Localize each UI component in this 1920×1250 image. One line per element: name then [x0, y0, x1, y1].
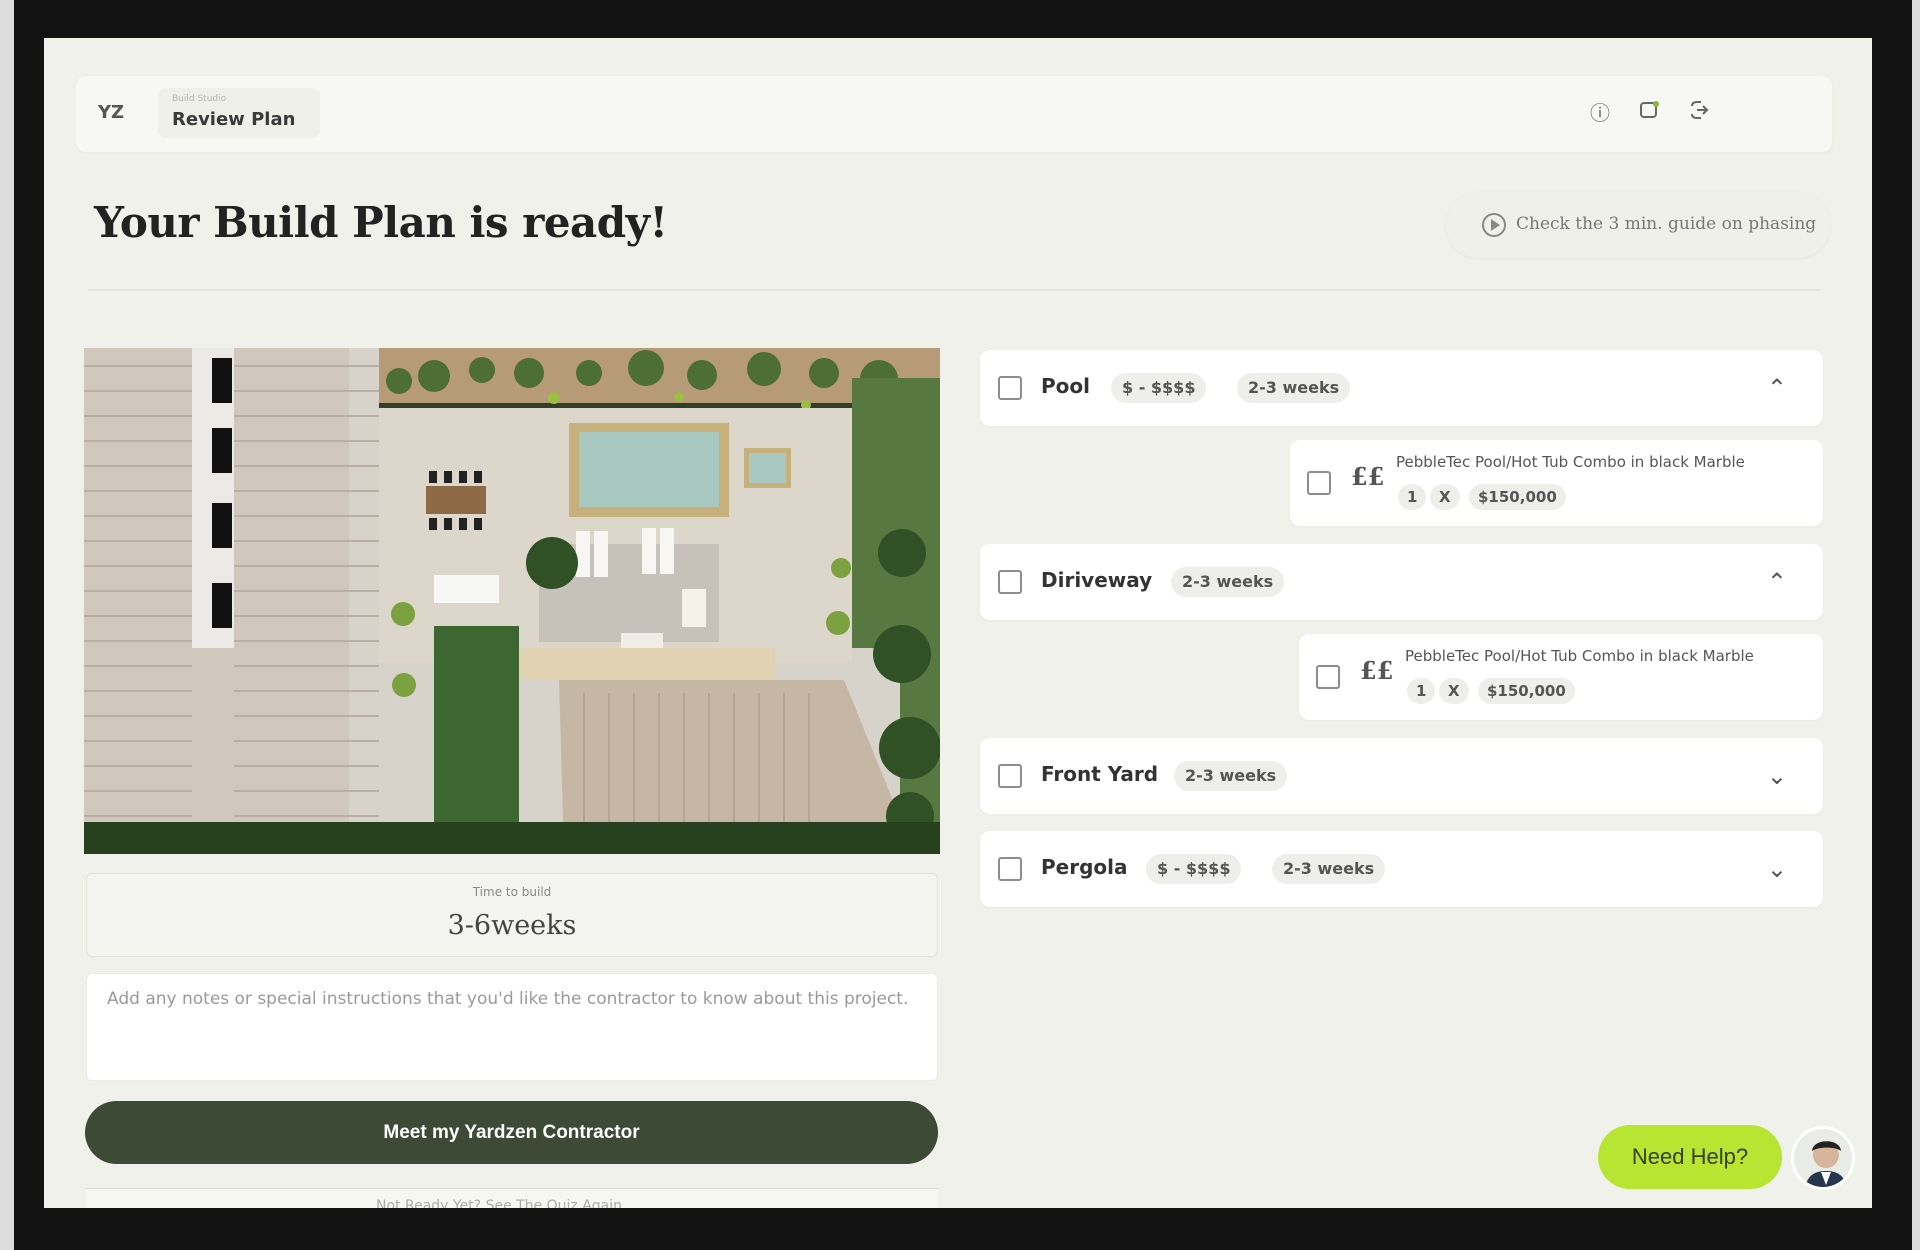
checkbox[interactable]: [998, 570, 1022, 594]
help-circle-icon[interactable]: ⓘ: [1586, 99, 1614, 127]
chevron-down-icon[interactable]: ⌄: [1767, 855, 1787, 883]
breadcrumb-title: Review Plan: [172, 109, 296, 130]
page-title: Your Build Plan is ready!: [94, 198, 668, 247]
plan-subitem-pool-material[interactable]: ££ PebbleTec Pool/Hot Tub Combo in black…: [1290, 440, 1823, 526]
subitem-title: PebbleTec Pool/Hot Tub Combo in black Ma…: [1396, 453, 1745, 471]
duration-tag: 2-3 weeks: [1171, 567, 1285, 597]
checkbox[interactable]: [998, 857, 1022, 881]
plan-item-pergola[interactable]: Pergola $ - $$$$ 2-3 weeks ⌄: [980, 831, 1823, 907]
phasing-guide-button[interactable]: Check the 3 min. guide on phasing: [1446, 192, 1830, 258]
chevron-up-icon[interactable]: ⌃: [1767, 568, 1787, 596]
price-tag: $ - $$$$: [1111, 373, 1207, 403]
duration-tag: 2-3 weeks: [1237, 373, 1351, 403]
checkbox[interactable]: [1316, 665, 1340, 689]
chevron-down-icon[interactable]: ⌄: [1767, 762, 1787, 790]
subitem-title: PebbleTec Pool/Hot Tub Combo in black Ma…: [1405, 647, 1754, 665]
duration-tag: 2-3 weeks: [1174, 761, 1288, 791]
quantity-tag: 1: [1398, 484, 1427, 510]
plan-item-title: Pergola: [1041, 855, 1128, 879]
project-notes-input[interactable]: [86, 973, 938, 1081]
plan-item-title: Diriveway: [1041, 568, 1153, 592]
device-edge-left: [0, 0, 14, 1250]
breadcrumb-section: Build Studio: [172, 94, 227, 104]
checkbox[interactable]: [998, 764, 1022, 788]
bottom-card-label: Not Ready Yet? See The Quiz Again: [376, 1198, 623, 1208]
chevron-up-icon[interactable]: ⌃: [1767, 374, 1787, 402]
bottom-card: Not Ready Yet? See The Quiz Again: [86, 1188, 938, 1208]
time-to-build-value: 3-6weeks: [447, 910, 577, 941]
checkbox[interactable]: [1307, 471, 1331, 495]
plan-item-title: Pool: [1041, 374, 1090, 398]
quantity-tag: 1: [1407, 678, 1436, 704]
logout-icon[interactable]: [1684, 99, 1712, 127]
pricing-symbol-icon: ££: [1360, 656, 1394, 685]
play-icon: [1482, 213, 1506, 237]
breadcrumb: Build Studio Review Plan: [158, 88, 320, 138]
need-help-button[interactable]: Need Help?: [1598, 1125, 1782, 1189]
title-divider: [88, 289, 1820, 291]
pricing-symbol-icon: ££: [1351, 462, 1385, 491]
support-agent-avatar[interactable]: [1791, 1126, 1855, 1190]
logo: YZ: [98, 102, 125, 123]
phasing-guide-label: Check the 3 min. guide on phasing: [1516, 214, 1817, 234]
plan-item-title: Front Yard: [1041, 762, 1159, 786]
top-navigation-bar: YZ Build Studio Review Plan ⓘ: [76, 76, 1832, 152]
time-to-build-label: Time to build: [472, 885, 552, 899]
device-frame: YZ Build Studio Review Plan ⓘ Your Build…: [0, 0, 1920, 1250]
price-tag: $150,000: [1469, 484, 1566, 510]
yard-rendering-image: [84, 348, 940, 854]
plan-item-front-yard[interactable]: Front Yard 2-3 weeks ⌄: [980, 738, 1823, 814]
plan-item-driveway[interactable]: Diriveway 2-3 weeks ⌃: [980, 544, 1823, 620]
notifications-icon[interactable]: [1635, 99, 1663, 127]
plan-subitem-driveway-material[interactable]: ££ PebbleTec Pool/Hot Tub Combo in black…: [1299, 634, 1823, 720]
checkbox[interactable]: [998, 376, 1022, 400]
duration-tag: 2-3 weeks: [1272, 854, 1386, 884]
price-tag: $150,000: [1478, 678, 1575, 704]
quantity-separator: X: [1439, 678, 1469, 704]
build-plan-list: Pool $ - $$$$ 2-3 weeks ⌃ ££ PebbleTec P…: [980, 350, 1832, 910]
plan-item-pool[interactable]: Pool $ - $$$$ 2-3 weeks ⌃: [980, 350, 1823, 426]
quantity-separator: X: [1430, 484, 1460, 510]
time-to-build-card: Time to build 3-6weeks: [86, 873, 938, 957]
app-screen: YZ Build Studio Review Plan ⓘ Your Build…: [44, 38, 1872, 1208]
price-tag: $ - $$$$: [1146, 854, 1242, 884]
device-edge-right: [1912, 0, 1920, 1250]
meet-contractor-button[interactable]: Meet my Yardzen Contractor: [85, 1101, 938, 1164]
